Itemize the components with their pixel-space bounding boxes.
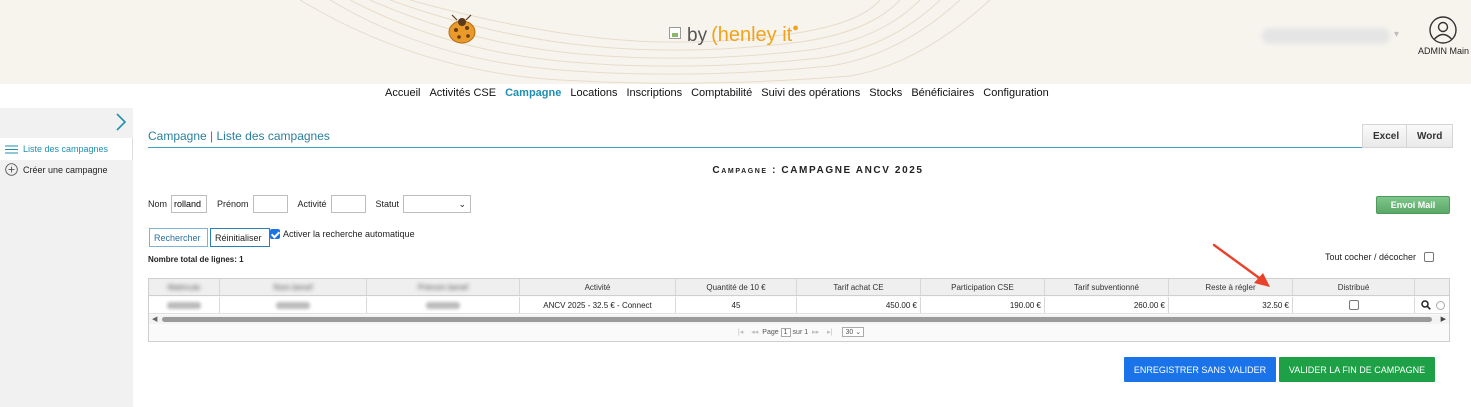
brand-name: (henley it (711, 24, 793, 46)
nom-label: Nom (148, 199, 168, 209)
chevron-down-icon[interactable]: ▾ (1394, 29, 1399, 40)
menu-item-campagne[interactable]: Campagne (505, 87, 561, 99)
cell-actions (1415, 297, 1449, 313)
cell-participation: 190.00 € (921, 297, 1045, 313)
broken-image-icon (669, 27, 681, 39)
col-tarif-subventionne[interactable]: Tarif subventionné (1045, 279, 1169, 295)
app-header: by (henley it ● ▾ ADMIN Main (0, 0, 1471, 84)
menu-item-suivi-operations[interactable]: Suivi des opérations (761, 87, 860, 99)
chevron-down-icon: ⌄ (458, 199, 467, 209)
word-export-button[interactable]: Word (1406, 124, 1454, 148)
distribue-checkbox[interactable] (1348, 300, 1359, 310)
col-quantite[interactable]: Quantité de 10 € (676, 279, 797, 295)
user-name[interactable]: ADMIN Main (1418, 46, 1469, 56)
status-circle-icon[interactable] (1436, 300, 1445, 310)
envoi-mail-button[interactable]: Envoi Mail (1376, 196, 1450, 214)
save-without-validate-button[interactable]: ENREGISTRER SANS VALIDER (1124, 357, 1276, 382)
search-button[interactable]: Rechercher (149, 228, 208, 247)
page-size-select[interactable]: 30 ⌄ (842, 327, 865, 337)
check-all-checkbox[interactable] (1424, 252, 1435, 262)
menu-item-locations[interactable]: Locations (570, 87, 617, 99)
statut-label: Statut (375, 199, 400, 209)
user-avatar-icon[interactable] (1429, 16, 1457, 44)
activite-input[interactable] (330, 195, 366, 213)
col-activite[interactable]: Activité (520, 279, 676, 295)
scroll-right-icon[interactable]: ▶ (1441, 315, 1446, 323)
ladybug-logo-icon (448, 14, 476, 44)
table-row[interactable]: ANCV 2025 - 32.5 € - Connect 45 450.00 €… (149, 297, 1449, 314)
menu-item-comptabilite[interactable]: Comptabilité (691, 87, 752, 99)
cell-prenom-benef (367, 297, 520, 313)
next-page-icon[interactable]: ▸▸ (812, 328, 819, 336)
excel-export-button[interactable]: Excel (1362, 124, 1411, 148)
reset-button[interactable]: Réinitialiser (210, 228, 270, 247)
first-page-icon[interactable]: |◂ (738, 328, 743, 336)
last-page-icon[interactable]: ▸| (827, 328, 832, 336)
scroll-left-icon[interactable]: ◀ (152, 315, 157, 323)
menu-item-stocks[interactable]: Stocks (869, 87, 902, 99)
col-distribue[interactable]: Distribué (1293, 279, 1415, 295)
col-prenom-benef[interactable]: Prénom benef (367, 279, 520, 295)
grid-header: Matricule Nom benef Prénom benef Activit… (149, 279, 1449, 296)
breadcrumb-divider (148, 147, 1448, 148)
statut-select[interactable]: ⌄ (403, 195, 472, 213)
chevron-right-icon[interactable] (114, 112, 128, 132)
cell-tarif-subventionne: 260.00 € (1045, 297, 1169, 313)
menu-item-accueil[interactable]: Accueil (385, 87, 420, 99)
auto-search-checkbox[interactable] (270, 229, 280, 239)
cell-distribue (1293, 297, 1415, 313)
auto-search-toggle[interactable]: Activer la recherche automatique (270, 229, 415, 239)
page-number-input[interactable]: 1 (780, 327, 791, 337)
activite-label: Activité (297, 199, 327, 209)
campaign-grid: Matricule Nom benef Prénom benef Activit… (148, 278, 1450, 342)
col-actions (1415, 279, 1449, 295)
page-of-label: sur 1 (792, 328, 809, 336)
menu-item-inscriptions[interactable]: Inscriptions (626, 87, 682, 99)
brand-dot-icon: ● (792, 22, 799, 34)
prenom-label: Prénom (217, 199, 249, 209)
col-reste[interactable]: Reste à régler (1169, 279, 1293, 295)
horizontal-scrollbar[interactable]: ◀ ▶ (149, 315, 1449, 324)
menu-item-beneficiaires[interactable]: Bénéficiaires (911, 87, 974, 99)
col-nom-benef[interactable]: Nom benef (220, 279, 367, 295)
sidebar-item-liste-campagnes[interactable]: Liste des campagnes (0, 138, 133, 160)
menu-item-configuration[interactable]: Configuration (983, 87, 1048, 99)
page-label: Page (762, 328, 779, 336)
main-menu: Accueil Activités CSE Campagne Locations… (385, 87, 1058, 99)
col-participation[interactable]: Participation CSE (921, 279, 1045, 295)
auto-search-label: Activer la recherche automatique (283, 229, 415, 239)
check-all-label: Tout cocher / décocher (1325, 252, 1417, 262)
check-all-toggle[interactable]: Tout cocher / décocher (1325, 252, 1435, 262)
filter-bar: Nom Prénom Activité Statut ⌄ (148, 195, 472, 213)
breadcrumb: Campagne | Liste des campagnes (148, 129, 330, 143)
scroll-thumb[interactable] (162, 317, 1432, 322)
nom-input[interactable] (171, 195, 208, 213)
col-matricule[interactable]: Matricule (149, 279, 220, 295)
cell-reste: 32.50 € (1169, 297, 1293, 313)
cell-quantite: 45 (676, 297, 797, 313)
cell-matricule (149, 297, 220, 313)
col-tarif-achat[interactable]: Tarif achat CE (797, 279, 921, 295)
menu-item-activites-cse[interactable]: Activités CSE (429, 87, 496, 99)
list-icon (5, 145, 18, 153)
brand-by: by (687, 25, 708, 46)
cell-nom-benef (220, 297, 367, 313)
user-selector-blurred[interactable] (1262, 28, 1390, 44)
cell-activite: ANCV 2025 - 32.5 € - Connect (520, 297, 676, 313)
page-title: Campagne : CAMPAGNE ANCV 2025 (712, 165, 924, 176)
search-icon[interactable] (1421, 300, 1431, 310)
cell-tarif-achat: 450.00 € (797, 297, 921, 313)
pager: |◂ ◂◂ Page 1 sur 1 ▸▸ ▸| 30 ⌄ (149, 327, 1449, 337)
total-lines-count: Nombre total de lignes: 1 (148, 255, 244, 264)
sidebar: Liste des campagnes Créer une campagne (0, 108, 133, 407)
prev-page-icon[interactable]: ◂◂ (751, 328, 758, 336)
brand-logo: by (henley it ● (669, 22, 799, 47)
prenom-input[interactable] (252, 195, 288, 213)
validate-campaign-end-button[interactable]: VALIDER LA FIN DE CAMPAGNE (1279, 357, 1435, 382)
sidebar-item-label: Liste des campagnes (23, 144, 109, 154)
